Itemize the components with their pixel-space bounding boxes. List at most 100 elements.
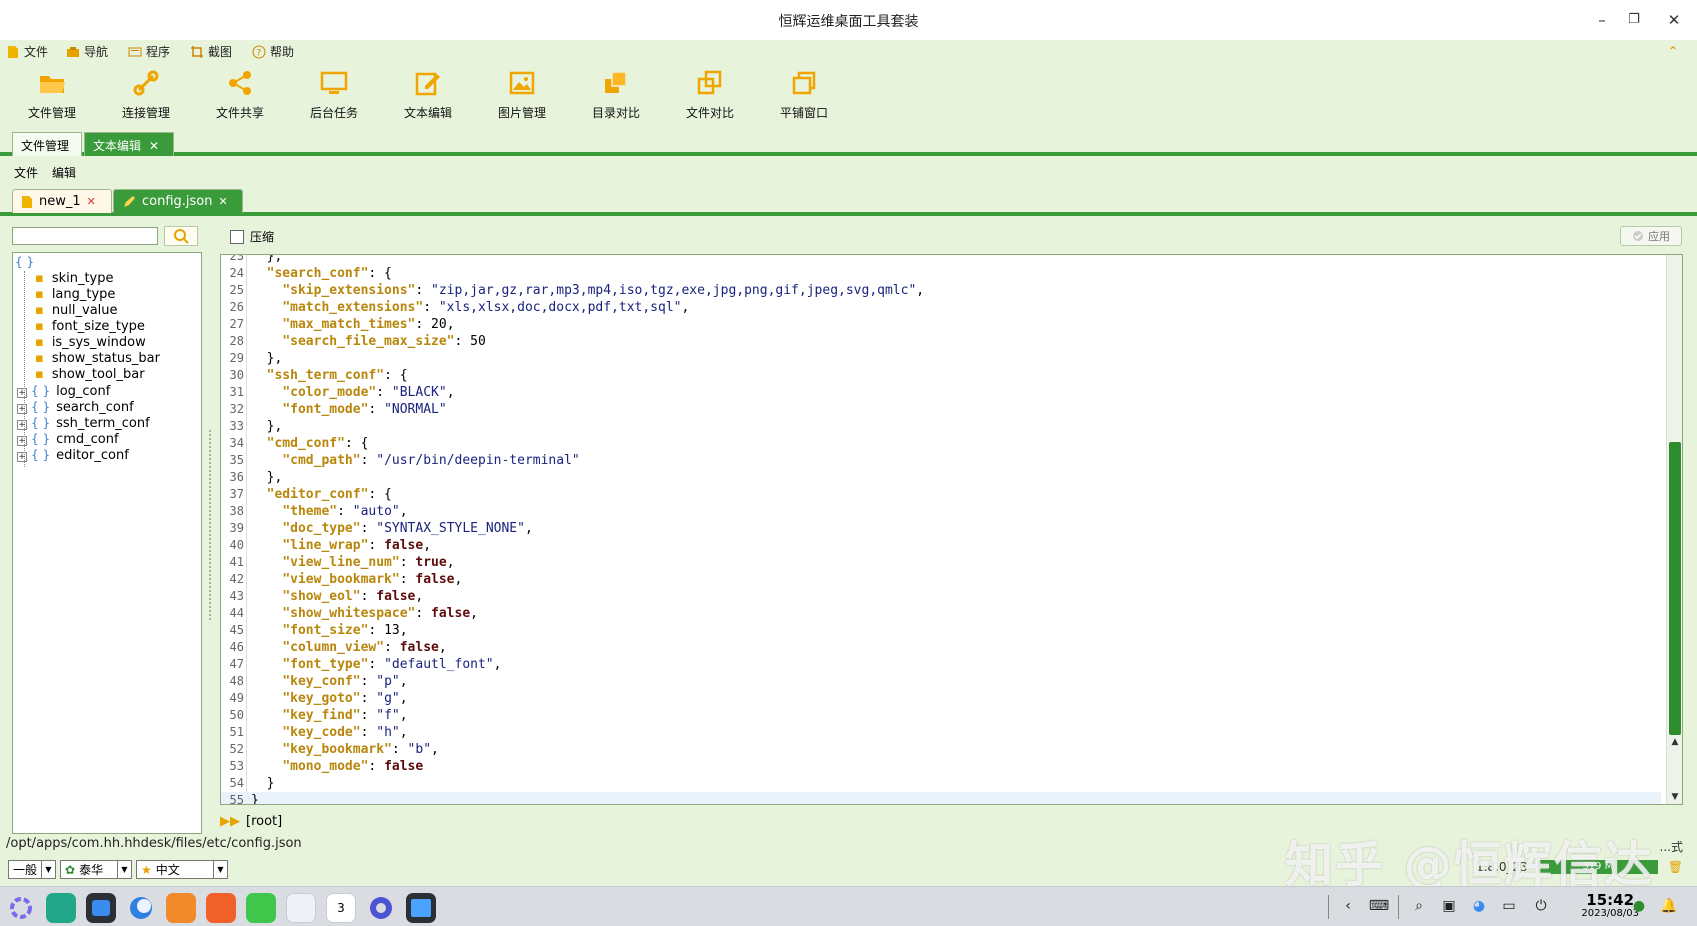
close-icon[interactable]: ✕ [149,139,159,153]
power-icon[interactable]: ⏻ [1530,895,1552,917]
editor-menu-file[interactable]: 文件 [14,164,38,181]
restore-button[interactable]: ❐ [1620,8,1648,32]
code-line[interactable]: 29 }, [221,350,1661,367]
code-line[interactable]: 49 "key_goto": "g", [221,690,1661,707]
code-line[interactable]: 48 "key_conf": "p", [221,673,1661,690]
code-line[interactable]: 45 "font_size": 13, [221,622,1661,639]
document-icon[interactable] [286,893,316,923]
skin-select[interactable]: ✿ 泰华 ▼ [60,860,132,879]
code-line[interactable]: 32 "font_mode": "NORMAL" [221,401,1661,418]
panel-splitter[interactable] [209,430,213,620]
scroll-up-arrow[interactable]: ▲ [1667,735,1682,749]
tree-object-node[interactable]: + { } log_conf [17,383,110,399]
input-method-icon[interactable]: ▭ [1498,895,1520,917]
tree-object-node[interactable]: + { } search_conf [17,399,134,415]
code-line[interactable]: 43 "show_eol": false, [221,588,1661,605]
tool-image-manager[interactable]: 图片管理 [482,68,562,121]
tool-file-share[interactable]: 文件共享 [200,68,280,121]
expand-icon[interactable]: + [17,452,27,462]
scrollbar-thumb[interactable] [1669,442,1681,735]
code-line[interactable]: 28 "search_file_max_size": 50 [221,333,1661,350]
tray-app-icon[interactable]: ● [1628,895,1650,917]
hhdesk-icon[interactable] [406,893,436,923]
store-icon[interactable] [86,893,116,923]
code-line[interactable]: 34 "cmd_conf": { [221,435,1661,452]
apply-button[interactable]: 应用 [1620,226,1682,246]
code-line[interactable]: 53 "mono_mode": false [221,758,1661,775]
collapse-ribbon-button[interactable]: ⌃ [1668,42,1678,60]
expand-icon[interactable]: + [17,404,27,414]
size-select[interactable]: 一般 ▼ [8,860,56,879]
code-line[interactable]: 39 "doc_type": "SYNTAX_STYLE_NONE", [221,520,1661,537]
compress-checkbox[interactable] [230,229,244,244]
menu-help[interactable]: ? 帮助 [252,42,294,60]
notification-bell-icon[interactable]: 🔔 [1658,895,1680,917]
code-line[interactable]: 30 "ssh_term_conf": { [221,367,1661,384]
code-line[interactable]: 31 "color_mode": "BLACK", [221,384,1661,401]
tree-leaf-node[interactable]: ▪ font_size_type [35,319,145,335]
tree-object-node[interactable]: + { } ssh_term_conf [17,415,150,431]
code-line[interactable]: 46 "column_view": false, [221,639,1661,656]
tree-leaf-node[interactable]: ▪ show_status_bar [35,351,160,367]
tree-leaf-node[interactable]: ▪ lang_type [35,287,115,303]
code-line[interactable]: 40 "line_wrap": false, [221,537,1661,554]
tree-leaf-node[interactable]: ▪ is_sys_window [35,335,146,351]
code-line[interactable]: 23 }, [221,255,1661,265]
code-line[interactable]: 50 "key_find": "f", [221,707,1661,724]
gallery-icon[interactable] [206,893,236,923]
tool-connection-manager[interactable]: 连接管理 [106,68,186,121]
tree-object-node[interactable]: + { } editor_conf [17,447,129,463]
calendar-icon[interactable]: 3 [326,893,356,923]
code-line[interactable]: 38 "theme": "auto", [221,503,1661,520]
doc-tab-config-json[interactable]: config.json ✕ [113,189,243,213]
code-line[interactable]: 25 "skip_extensions": "zip,jar,gz,rar,mp… [221,282,1661,299]
expand-icon[interactable]: + [17,436,27,446]
doc-tab-new-1[interactable]: new_1 ✕ [12,189,112,213]
code-line[interactable]: 42 "view_bookmark": false, [221,571,1661,588]
language-select[interactable]: ★ 中文 ▼ [136,860,228,879]
expand-icon[interactable]: + [17,420,27,430]
code-line[interactable]: 44 "show_whitespace": false, [221,605,1661,622]
vertical-scrollbar[interactable]: ▲ ▼ [1666,255,1682,804]
tree-root[interactable]: { } [15,255,34,269]
code-line[interactable]: 36 }, [221,469,1661,486]
menu-file[interactable]: 文件 [6,42,48,60]
code-line[interactable]: 37 "editor_conf": { [221,486,1661,503]
chevron-left-icon[interactable]: ‹ [1337,895,1359,917]
code-line[interactable]: 54 } [221,775,1661,792]
search-icon[interactable]: ⌕ [1408,895,1430,917]
tool-file-manager[interactable]: 文件管理 [12,68,92,121]
close-icon[interactable]: ✕ [219,195,228,208]
menu-navigation[interactable]: 导航 [66,42,108,60]
code-line[interactable]: 33 }, [221,418,1661,435]
tree-leaf-node[interactable]: ▪ null_value [35,303,118,319]
code-line[interactable]: 41 "view_line_num": true, [221,554,1661,571]
tool-file-compare[interactable]: 文件对比 [670,68,750,121]
screen-icon[interactable]: ▣ [1438,895,1460,917]
tree-search-button[interactable] [164,226,198,246]
breadcrumb-path[interactable]: [root] [246,814,282,829]
launcher-icon[interactable] [6,893,36,923]
keyboard-icon[interactable]: ⌨ [1368,895,1390,917]
close-icon[interactable]: ✕ [87,195,96,208]
close-button[interactable]: ✕ [1660,8,1688,32]
tree-search-input[interactable] [12,227,158,245]
tool-text-editor[interactable]: 文本编辑 [388,68,468,121]
app-store-icon[interactable] [166,893,196,923]
tree-object-node[interactable]: + { } cmd_conf [17,431,119,447]
code-line[interactable]: 27 "max_match_times": 20, [221,316,1661,333]
tab-text-editor[interactable]: 文本编辑 ✕ [84,132,174,156]
minimize-button[interactable]: – [1588,8,1616,32]
menu-screenshot[interactable]: 截图 [190,42,232,60]
editor-menu-edit[interactable]: 编辑 [52,164,76,181]
code-line[interactable]: 35 "cmd_path": "/usr/bin/deepin-terminal… [221,452,1661,469]
network-icon[interactable]: ◕ [1468,895,1490,917]
tree-leaf-node[interactable]: ▪ show_tool_bar [35,367,145,383]
code-line[interactable]: 26 "match_extensions": "xls,xlsx,doc,doc… [221,299,1661,316]
music-icon[interactable] [246,893,276,923]
tool-tile-windows[interactable]: 平铺窗口 [764,68,844,121]
compress-option[interactable]: 压缩 [230,228,274,245]
tool-background-tasks[interactable]: 后台任务 [294,68,374,121]
settings-icon[interactable] [366,893,396,923]
tool-directory-compare[interactable]: 目录对比 [576,68,656,121]
